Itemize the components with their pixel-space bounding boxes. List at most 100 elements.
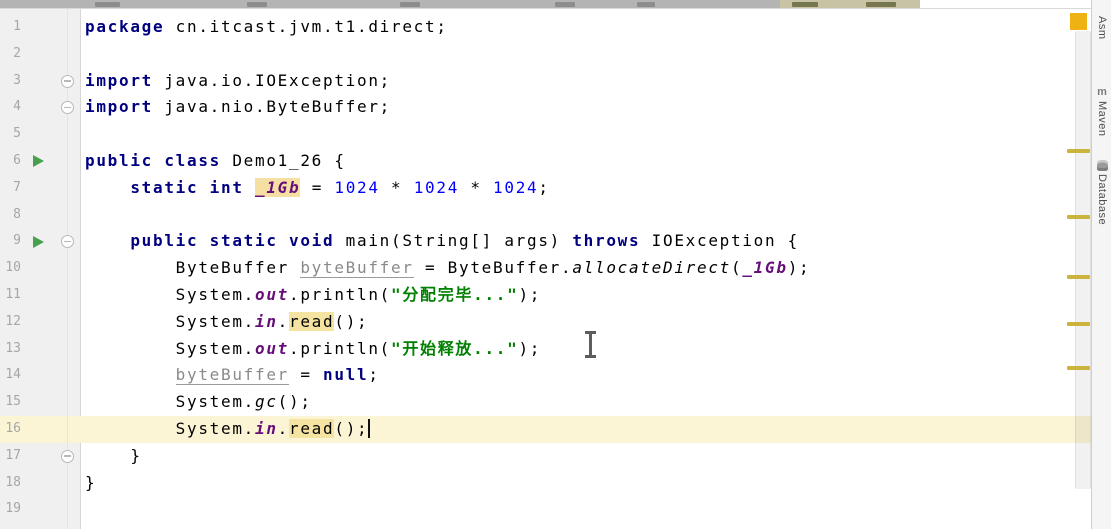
line-number: 3 <box>13 72 21 88</box>
code-token: System. <box>85 284 255 304</box>
code-line[interactable]: public class Demo1_26 { <box>81 148 1091 175</box>
code-line[interactable]: } <box>81 443 1091 470</box>
tool-window-button-asm[interactable]: Asm <box>1092 16 1111 40</box>
code-token: (); <box>277 392 312 412</box>
code-line[interactable]: ByteBuffer byteBuffer = ByteBuffer.alloc… <box>81 255 1091 282</box>
code-line[interactable]: System.in.read(); <box>81 416 1091 443</box>
code-line-row: 10 ByteBuffer byteBuffer = ByteBuffer.al… <box>0 255 1091 282</box>
code-token: _1Gb <box>742 258 788 278</box>
gutter-cell[interactable]: 7 <box>0 175 81 202</box>
line-number: 5 <box>13 126 21 142</box>
line-number: 16 <box>5 420 21 436</box>
mouse-cursor-ibeam <box>584 331 597 358</box>
tool-window-button-database[interactable]: Database <box>1092 160 1111 225</box>
code-token: } <box>85 445 142 465</box>
gutter-cell[interactable]: 12 <box>0 309 81 336</box>
code-line-row: 6 public class Demo1_26 { <box>0 148 1091 175</box>
gutter-cell[interactable]: 4 <box>0 94 81 121</box>
gutter-cell[interactable]: 1 <box>0 14 81 41</box>
code-line[interactable] <box>81 202 1091 229</box>
editor-scrollbar[interactable] <box>1075 31 1091 489</box>
code-line[interactable]: import java.nio.ByteBuffer; <box>81 94 1091 121</box>
gutter-cell[interactable]: 15 <box>0 389 81 416</box>
code-token: . <box>277 311 290 331</box>
warning-stripe-mark[interactable] <box>1067 322 1090 326</box>
code-token: System. <box>85 311 255 331</box>
code-line-row: 5 <box>0 121 1091 148</box>
code-line-row: 12 System.in.read(); <box>0 309 1091 336</box>
gutter-cell[interactable]: 2 <box>0 41 81 68</box>
code-line[interactable] <box>81 41 1091 68</box>
code-line-row: 9 public static void main(String[] args)… <box>0 228 1091 255</box>
tab-text-remnant <box>637 2 655 7</box>
code-token: ( <box>731 258 743 278</box>
code-line[interactable] <box>81 121 1091 148</box>
warning-stripe-mark[interactable] <box>1067 215 1090 219</box>
gutter-cell[interactable]: 11 <box>0 282 81 309</box>
code-token: cn.itcast.jvm.t1.direct; <box>164 17 448 36</box>
code-line-row: 11 System.out.println("分配完毕..."); <box>0 282 1091 309</box>
code-line[interactable]: package cn.itcast.jvm.t1.direct; <box>81 14 1091 41</box>
line-number: 14 <box>5 367 21 383</box>
line-number: 8 <box>13 206 21 222</box>
editor-tab-partial[interactable] <box>920 0 1111 8</box>
tab-text-remnant <box>866 2 896 7</box>
gutter-cell[interactable]: 9 <box>0 228 81 255</box>
fold-icon[interactable] <box>61 235 74 249</box>
code-token: . <box>277 418 290 438</box>
gutter-cell[interactable]: 17 <box>0 443 81 470</box>
gutter-cell[interactable]: 19 <box>0 496 81 523</box>
gutter-cell[interactable]: 13 <box>0 336 81 363</box>
gutter-cell[interactable]: 16 <box>0 416 81 443</box>
run-icon[interactable] <box>33 155 44 168</box>
gutter-cell[interactable]: 18 <box>0 470 81 497</box>
code-token: Demo1_26 { <box>221 150 346 170</box>
code-line[interactable]: } <box>81 470 1091 497</box>
code-token: import <box>85 70 153 90</box>
code-token: ; <box>538 177 550 197</box>
code-line[interactable]: public static void main(String[] args) t… <box>81 228 1091 255</box>
code-token: import <box>85 97 153 117</box>
code-line-row: 2 <box>0 41 1091 68</box>
code-line-row: 1 package cn.itcast.jvm.t1.direct; <box>0 14 1091 41</box>
code-line[interactable]: byteBuffer = null; <box>81 362 1091 389</box>
code-token: System. <box>85 418 255 438</box>
tool-window-button-maven[interactable]: m Maven <box>1092 86 1111 137</box>
code-line[interactable]: System.out.println("分配完毕..."); <box>81 282 1091 309</box>
code-line[interactable]: import java.io.IOException; <box>81 68 1091 95</box>
code-line-row: 17 } <box>0 443 1091 470</box>
run-icon[interactable] <box>33 235 44 248</box>
code-line[interactable]: System.gc(); <box>81 389 1091 416</box>
code-token: IOException { <box>640 231 800 251</box>
ide-screen: 1 package cn.itcast.jvm.t1.direct; 2 3 impor… <box>0 0 1111 529</box>
gutter-cell[interactable]: 3 <box>0 68 81 95</box>
warning-stripe-mark[interactable] <box>1067 275 1090 279</box>
gutter-cell[interactable]: 8 <box>0 202 81 229</box>
code-token: System. <box>85 338 255 358</box>
fold-icon[interactable] <box>61 449 74 463</box>
code-line[interactable] <box>81 496 1091 523</box>
code-token: _1Gb <box>255 177 301 197</box>
fold-icon[interactable] <box>61 101 74 115</box>
gutter-cell[interactable]: 10 <box>0 255 81 282</box>
code-token: ); <box>518 338 542 358</box>
tab-text-remnant <box>400 2 420 7</box>
editor-area[interactable]: 1 package cn.itcast.jvm.t1.direct; 2 3 impor… <box>0 9 1091 529</box>
tool-window-label: Maven <box>1096 101 1108 137</box>
inspection-indicator[interactable] <box>1070 13 1087 30</box>
text-caret <box>368 418 371 438</box>
gutter-cell[interactable]: 5 <box>0 121 81 148</box>
fold-icon[interactable] <box>61 74 74 88</box>
editor-tab-strip[interactable] <box>0 0 1111 9</box>
code-token: out <box>255 284 289 304</box>
line-number: 9 <box>13 233 21 249</box>
code-line-row: 7 static int _1Gb = 1024 * 1024 * 1024; <box>0 175 1091 202</box>
gutter-cell[interactable]: 6 <box>0 148 81 175</box>
gutter-cell[interactable]: 14 <box>0 362 81 389</box>
line-number: 11 <box>5 286 21 302</box>
warning-stripe-mark[interactable] <box>1067 149 1090 153</box>
code-line[interactable]: static int _1Gb = 1024 * 1024 * 1024; <box>81 175 1091 202</box>
warning-stripe-mark[interactable] <box>1067 366 1090 370</box>
